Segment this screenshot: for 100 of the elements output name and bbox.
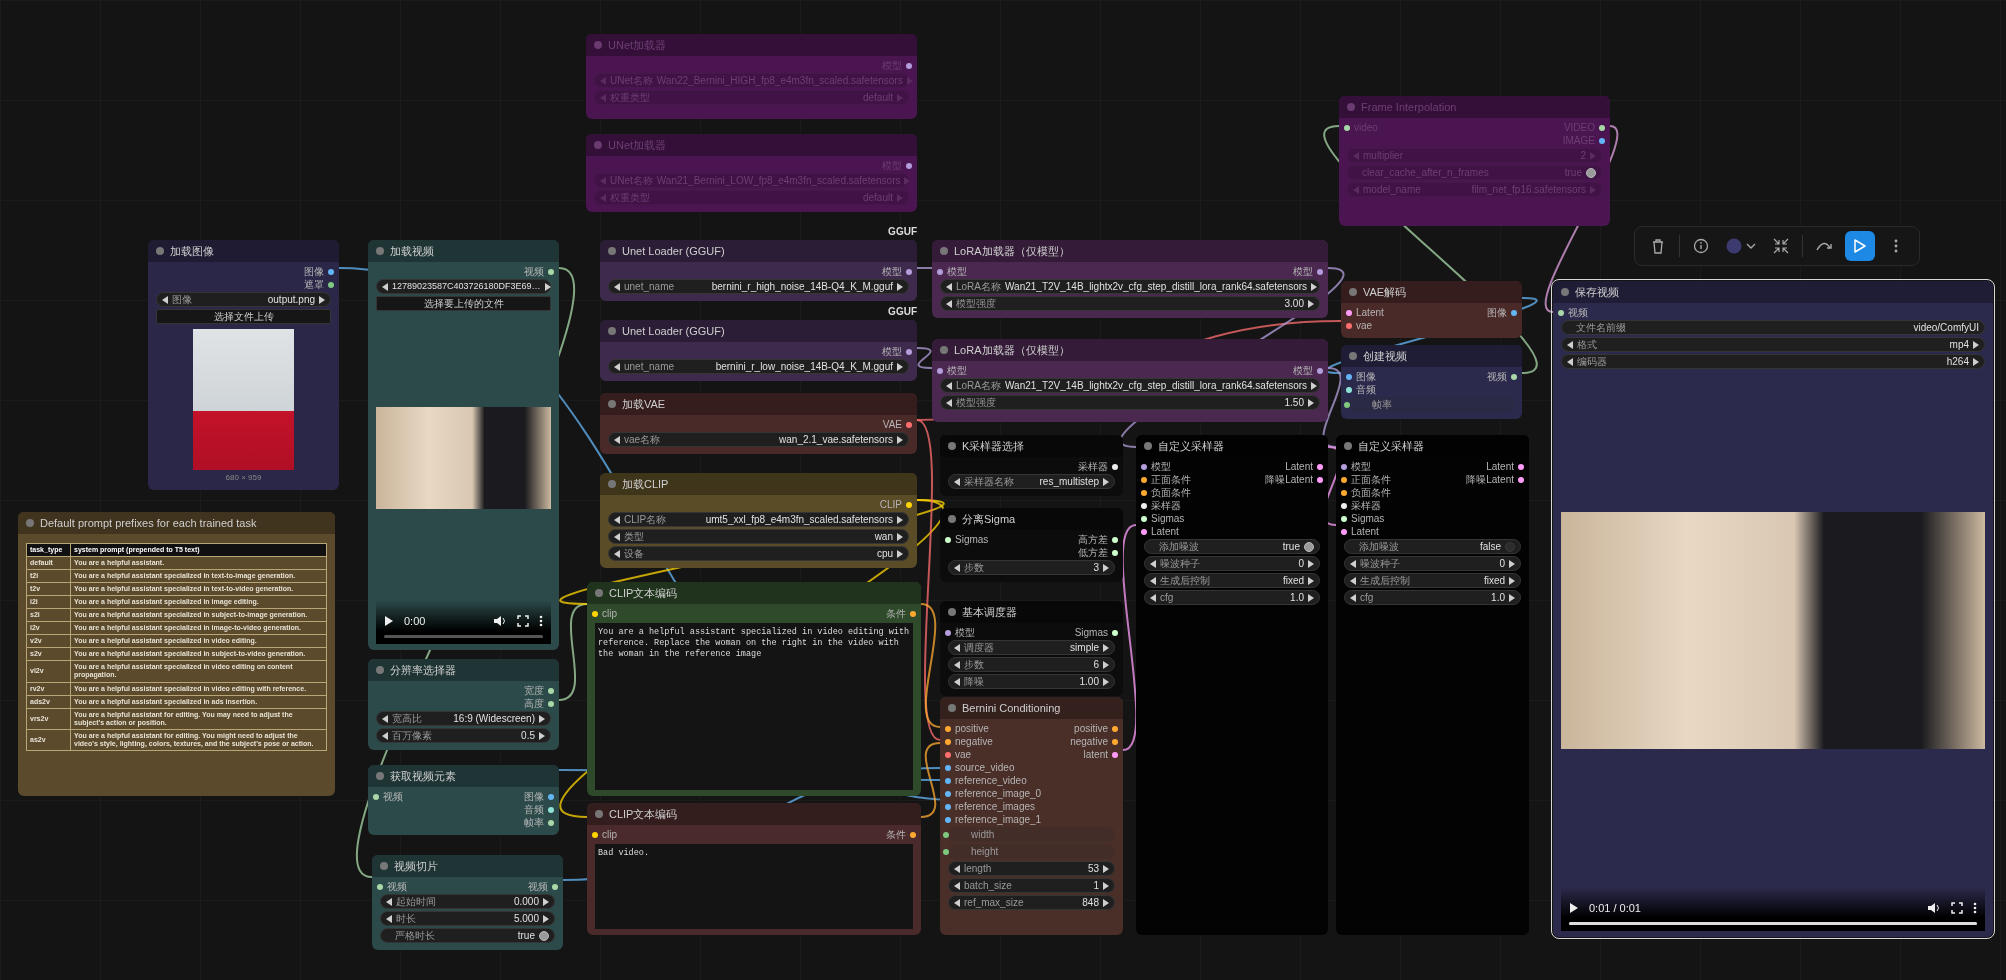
input-slot-icon[interactable] bbox=[1141, 489, 1147, 496]
node-card[interactable]: LoRA加载器（仅模型） 模型 模型 LoRA名称 Wan21_T2V_14B_lightx2v_cfg_step_distill_lora_rank64.safetensors 模型强度 3.00 bbox=[932, 240, 1328, 318]
node-card[interactable]: 创建视频 图像 视频 音频 帧率 bbox=[1341, 345, 1522, 419]
node-header[interactable]: Unet Loader (GGUF) bbox=[600, 320, 917, 342]
play-icon[interactable] bbox=[1569, 902, 1579, 914]
node-card[interactable]: 获取视频元素 视频 图像 音频 帧率 bbox=[368, 765, 559, 835]
collapse-dot-icon[interactable] bbox=[26, 519, 34, 527]
more-options-icon[interactable] bbox=[539, 615, 543, 627]
output-slot-icon[interactable] bbox=[548, 687, 554, 694]
output-slot-icon[interactable] bbox=[906, 62, 912, 69]
upload-button[interactable]: 选择要上传的文件 bbox=[376, 296, 551, 311]
node-card[interactable]: 自定义采样器 模型 Latent 正面条件 降噪Latent 负面条件 采样器 Sigmas Latent 添加噪波 true 噪波种子 0 生成后控制 fixed cfg 1.0 bbox=[1136, 435, 1328, 935]
collapse-dot-icon[interactable] bbox=[376, 247, 384, 255]
input-slot-icon[interactable] bbox=[1341, 528, 1347, 535]
output-slot-icon[interactable] bbox=[1317, 476, 1323, 483]
collapse-dot-icon[interactable] bbox=[948, 704, 956, 712]
collapse-dot-icon[interactable] bbox=[1349, 288, 1357, 296]
collapse-dot-icon[interactable] bbox=[608, 400, 616, 408]
output-slot-icon[interactable] bbox=[1112, 463, 1118, 470]
fullscreen-icon[interactable] bbox=[1951, 902, 1963, 914]
collapse-dot-icon[interactable] bbox=[595, 810, 603, 818]
output-slot-icon[interactable] bbox=[552, 883, 558, 890]
output-slot-icon[interactable] bbox=[548, 819, 554, 826]
node-card[interactable]: VAE解码 Latent 图像 vae bbox=[1341, 281, 1522, 338]
output-slot-icon[interactable] bbox=[1112, 725, 1118, 732]
node-header[interactable]: LoRA加载器（仅模型） bbox=[932, 240, 1328, 262]
node-card[interactable]: 视频切片 视频 视频 起始时间 0.000 时长 5.000 严格时长 true bbox=[372, 855, 563, 950]
input-slot-icon[interactable] bbox=[945, 803, 951, 810]
node-card[interactable] bbox=[18, 512, 335, 796]
node-card[interactable]: CLIP文本编码 clip 条件 Bad video. bbox=[587, 803, 921, 935]
input-slot-icon[interactable] bbox=[945, 764, 951, 771]
output-slot-icon[interactable] bbox=[328, 281, 334, 288]
input-slot-icon[interactable] bbox=[1341, 502, 1347, 509]
input-slot-icon[interactable] bbox=[592, 610, 598, 617]
output-slot-icon[interactable] bbox=[1518, 463, 1524, 470]
node-header[interactable]: CLIP文本编码 bbox=[587, 803, 921, 825]
input-slot-icon[interactable] bbox=[1346, 322, 1352, 329]
output-slot-icon[interactable] bbox=[1518, 476, 1524, 483]
prompt-textarea[interactable]: Bad video. bbox=[595, 844, 913, 929]
upload-button[interactable]: 选择文件上传 bbox=[156, 309, 331, 324]
node-header[interactable]: 加载图像 bbox=[148, 240, 339, 262]
collapse-dot-icon[interactable] bbox=[595, 589, 603, 597]
collapse-dot-icon[interactable] bbox=[594, 141, 602, 149]
input-slot-icon[interactable] bbox=[1341, 463, 1347, 470]
output-slot-icon[interactable] bbox=[328, 268, 334, 275]
toggle-widget[interactable]: 添加噪波 false bbox=[1344, 539, 1521, 554]
input-slot-icon[interactable] bbox=[592, 831, 598, 838]
node-header[interactable]: VAE解码 bbox=[1341, 281, 1522, 303]
collapse-dot-icon[interactable] bbox=[156, 247, 164, 255]
node-header[interactable]: CLIP文本编码 bbox=[587, 582, 921, 604]
input-slot-icon[interactable] bbox=[945, 725, 951, 732]
node-card[interactable]: K采样器选择 采样器 采样器名称 res_multistep bbox=[940, 435, 1123, 496]
collapse-dot-icon[interactable] bbox=[1561, 288, 1569, 296]
node-card[interactable]: 基本调度器 模型 Sigmas 调度器 simple 步数 6 降噪 1.00 bbox=[940, 601, 1123, 696]
fullscreen-icon[interactable] bbox=[517, 615, 529, 627]
node-header[interactable]: 分辨率选择器 bbox=[368, 659, 559, 681]
toggle-knob-icon[interactable] bbox=[539, 930, 549, 941]
collapse-dot-icon[interactable] bbox=[608, 327, 616, 335]
collapse-dot-icon[interactable] bbox=[376, 666, 384, 674]
run-button[interactable] bbox=[1845, 231, 1875, 261]
input-slot-icon[interactable] bbox=[945, 738, 951, 745]
input-slot-icon[interactable] bbox=[945, 629, 951, 636]
toggle-knob-icon[interactable] bbox=[1586, 167, 1596, 178]
output-slot-icon[interactable] bbox=[1599, 137, 1605, 144]
collapse-dot-icon[interactable] bbox=[608, 480, 616, 488]
output-slot-icon[interactable] bbox=[1112, 738, 1118, 745]
input-slot-icon[interactable] bbox=[1341, 515, 1347, 522]
node-header[interactable]: Bernini Conditioning bbox=[940, 697, 1123, 719]
node-header[interactable]: Default prompt prefixes for each trained task bbox=[18, 512, 335, 534]
prompt-textarea[interactable]: You are a helpful assistant specialized in video editing with reference. Replace the woman on the right in the video with the woman in the reference image bbox=[595, 623, 913, 790]
node-card[interactable]: 保存视频 视频 文件名前缀 video/ComfyUI 格式 mp4 编码器 h264 0:01 / 0:01 bbox=[1553, 281, 1993, 937]
input-slot-icon[interactable] bbox=[1341, 489, 1347, 496]
node-header[interactable]: 保存视频 bbox=[1553, 281, 1993, 303]
input-slot-icon[interactable] bbox=[377, 883, 383, 890]
volume-icon[interactable] bbox=[1927, 902, 1941, 914]
node-header[interactable]: 加载VAE bbox=[600, 393, 917, 415]
collapse-dot-icon[interactable] bbox=[948, 515, 956, 523]
input-slot-icon[interactable] bbox=[373, 793, 379, 800]
output-slot-icon[interactable] bbox=[1112, 536, 1118, 543]
toggle-widget[interactable]: 严格时长 true bbox=[380, 928, 555, 943]
output-slot-icon[interactable] bbox=[548, 268, 554, 275]
output-slot-icon[interactable] bbox=[1599, 124, 1605, 131]
output-slot-icon[interactable] bbox=[906, 162, 912, 169]
node-header[interactable]: 获取视频元素 bbox=[368, 765, 559, 787]
play-icon[interactable] bbox=[384, 615, 394, 627]
input-slot-icon[interactable] bbox=[1341, 476, 1347, 483]
more-options-icon[interactable] bbox=[1973, 902, 1977, 914]
node-card[interactable]: 分离Sigma Sigmas 高方差 低方差 步数 3 bbox=[940, 508, 1123, 582]
collapse-dot-icon[interactable] bbox=[376, 772, 384, 780]
output-slot-icon[interactable] bbox=[1317, 463, 1323, 470]
input-slot-icon[interactable] bbox=[1141, 528, 1147, 535]
node-card[interactable]: 加载CLIP CLIP CLIP名称 umt5_xxl_fp8_e4m3fn_scaled.safetensors 类型 wan 设备 cpu bbox=[600, 473, 917, 568]
text-widget[interactable]: 文件名前缀 video/ComfyUI bbox=[1561, 320, 1985, 335]
node-card[interactable]: CLIP文本编码 clip 条件 You are a helpful assistant specialized in video editing with reference. Replace the woman on the right in the video with the woman in the reference image bbox=[587, 582, 921, 796]
node-card[interactable]: 自定义采样器 模型 Latent 正面条件 降噪Latent 负面条件 采样器 Sigmas Latent 添加噪波 false 噪波种子 0 生成后控制 fixed cfg 1.0 bbox=[1336, 435, 1529, 935]
output-slot-icon[interactable] bbox=[906, 501, 912, 508]
toggle-knob-icon[interactable] bbox=[1505, 541, 1515, 552]
input-slot-icon[interactable] bbox=[943, 848, 949, 855]
output-slot-icon[interactable] bbox=[548, 806, 554, 813]
output-slot-icon[interactable] bbox=[910, 831, 916, 838]
